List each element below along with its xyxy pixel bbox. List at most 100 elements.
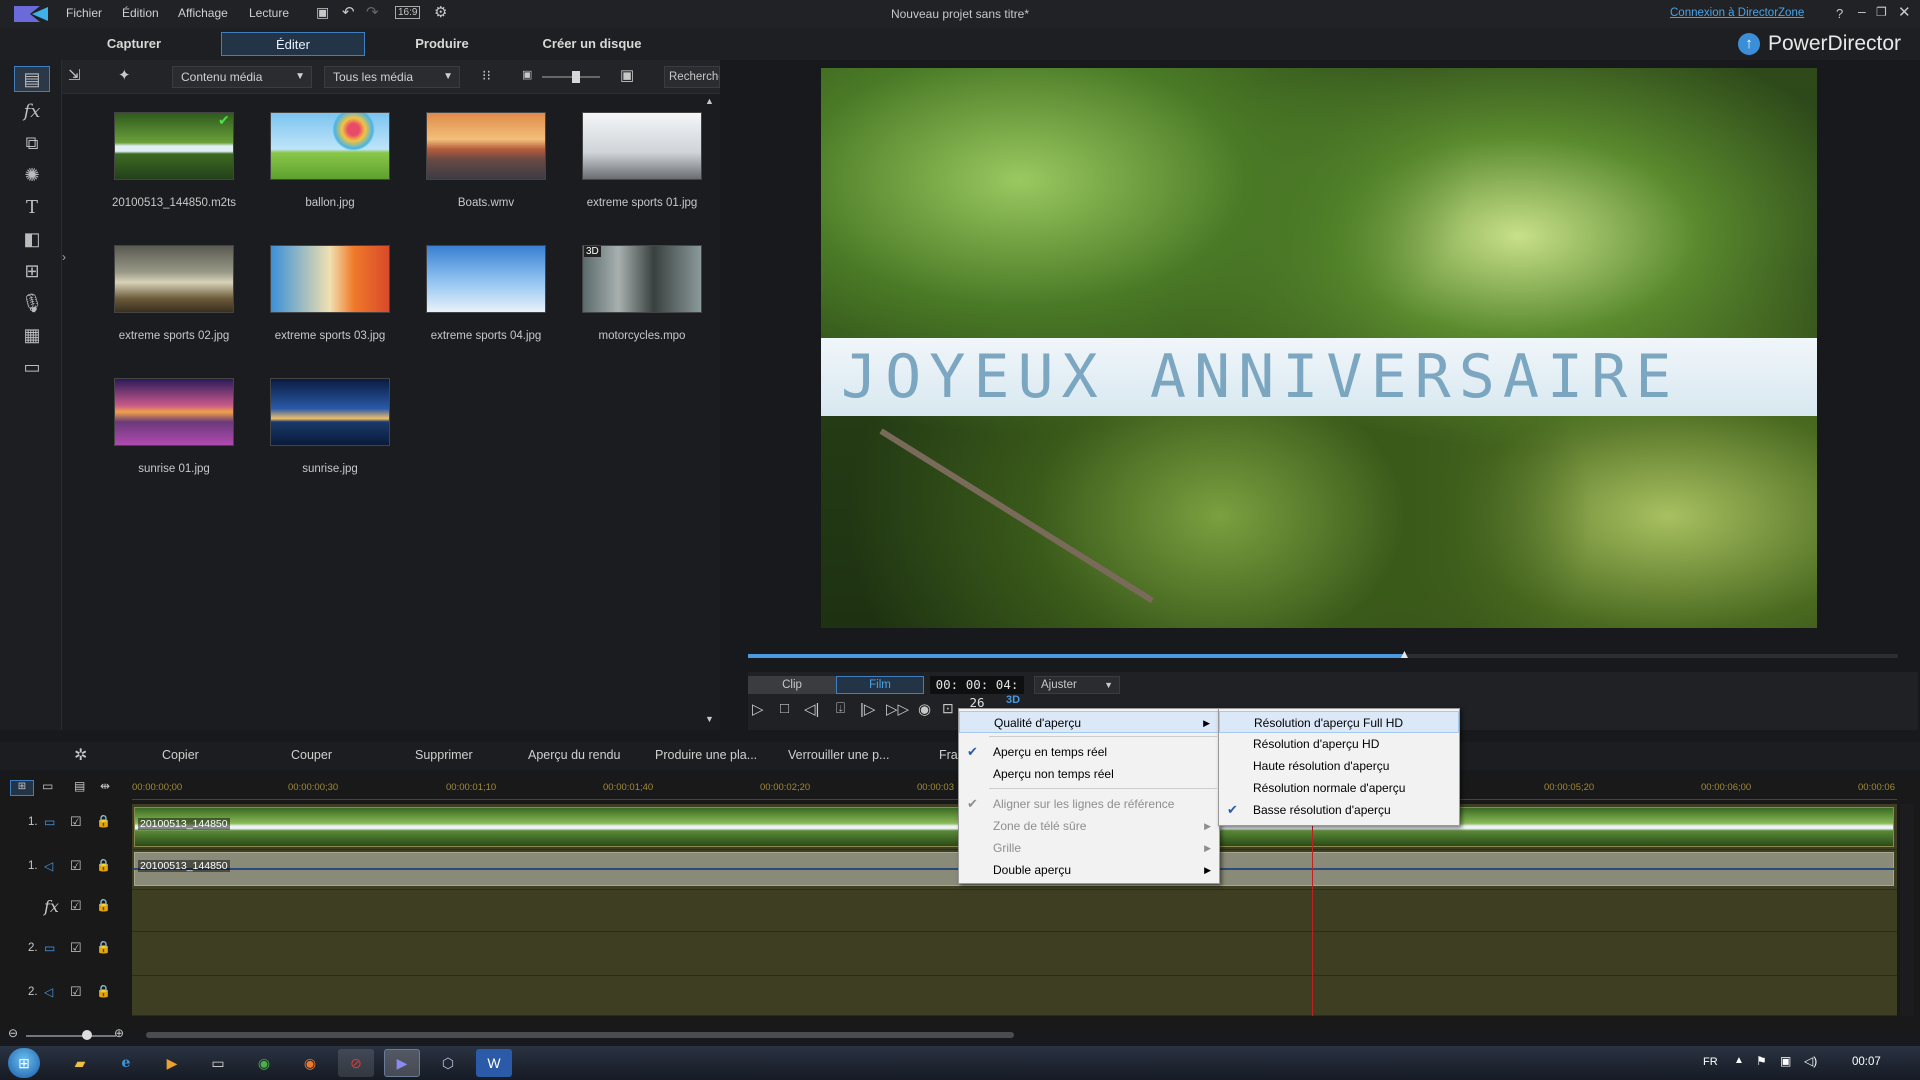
menu-file[interactable]: Fichier xyxy=(66,6,102,20)
audio-mixing-room-icon[interactable]: ⊞ xyxy=(14,258,50,284)
menu-item-snap-guides[interactable]: ✔ Aligner sur les lignes de référence xyxy=(959,793,1219,815)
zoom-slider[interactable] xyxy=(26,1035,116,1037)
media-thumbnail[interactable] xyxy=(426,245,546,313)
preview-window-icon[interactable]: ⊡ xyxy=(942,700,954,717)
thumbnail-size-handle[interactable] xyxy=(572,71,580,83)
menu-item-full-hd-resolution[interactable]: Résolution d'aperçu Full HD xyxy=(1219,711,1459,733)
media-item[interactable]: extreme sports 01.jpg xyxy=(564,112,720,209)
track-manager-icon[interactable]: ▤ xyxy=(74,779,85,793)
menu-item-normal-resolution[interactable]: Résolution normale d'aperçu xyxy=(1219,777,1459,799)
media-item[interactable]: extreme sports 03.jpg xyxy=(252,245,408,342)
timecode-display[interactable]: 00: 00: 04: 26 xyxy=(930,676,1024,710)
tab-capture[interactable]: Capturer xyxy=(62,32,206,56)
help-button[interactable]: ? xyxy=(1836,6,1843,21)
media-player-icon[interactable]: ▶ xyxy=(154,1049,190,1077)
freeze-frame-button[interactable]: Fra xyxy=(939,748,958,762)
scroll-up-icon[interactable]: ▲ xyxy=(705,96,714,106)
firefox-icon[interactable]: ◉ xyxy=(292,1049,328,1077)
content-filter-dropdown[interactable]: Contenu média ▼ xyxy=(172,66,312,88)
library-scrollbar[interactable]: ▲ ▼ xyxy=(702,94,718,730)
delete-button[interactable]: Supprimer xyxy=(415,748,473,762)
language-indicator[interactable]: FR xyxy=(1703,1056,1718,1068)
copy-button[interactable]: Copier xyxy=(162,748,199,762)
fit-dropdown[interactable]: Ajuster ▼ xyxy=(1034,676,1120,694)
media-thumbnail[interactable] xyxy=(270,378,390,446)
3d-toggle[interactable]: 3D xyxy=(1006,694,1020,706)
snapshot-camera-icon[interactable]: ◉ xyxy=(918,700,931,718)
track-lock-icon[interactable]: 🔒 xyxy=(96,898,111,912)
search-input[interactable]: Recherche xyxy=(664,66,720,88)
import-media-icon[interactable]: ⇲ xyxy=(68,66,81,84)
pip-room-icon[interactable]: ⧉ xyxy=(14,130,50,156)
zoom-slider-handle[interactable] xyxy=(82,1030,92,1040)
media-item[interactable]: extreme sports 02.jpg xyxy=(96,245,252,342)
aspect-ratio-select[interactable]: 16:9 xyxy=(395,6,421,19)
media-item[interactable]: extreme sports 04.jpg xyxy=(408,245,564,342)
media-thumbnail[interactable] xyxy=(270,112,390,180)
save-icon[interactable]: ▣ xyxy=(316,4,329,21)
plugin-puzzle-icon[interactable]: ✦ xyxy=(118,66,131,84)
grid-view-icon[interactable]: ⁝⁝ xyxy=(482,67,491,84)
word-icon[interactable]: W xyxy=(476,1049,512,1077)
app-blocked-icon[interactable]: ⊘ xyxy=(338,1049,374,1077)
menu-item-high-resolution[interactable]: Haute résolution d'aperçu xyxy=(1219,755,1459,777)
track-lock-icon[interactable]: 🔒 xyxy=(96,858,111,872)
subtitle-room-icon[interactable]: ▭ xyxy=(14,354,50,380)
menu-item-tv-safe-zone[interactable]: Zone de télé sûre ▶ xyxy=(959,815,1219,837)
track-lane-fx[interactable] xyxy=(132,890,1897,932)
volume-icon[interactable]: ◁) xyxy=(1804,1054,1817,1068)
preview-video-frame[interactable]: JOYEUX ANNIVERSAIRE xyxy=(821,68,1817,628)
media-item[interactable]: sunrise 01.jpg xyxy=(96,378,252,475)
scroll-down-icon[interactable]: ▼ xyxy=(705,714,714,724)
3d-app-icon[interactable]: ⬡ xyxy=(430,1049,466,1077)
menu-view[interactable]: Affichage xyxy=(178,6,228,20)
expand-panel-icon[interactable]: › xyxy=(62,250,76,280)
track-lane-video-2[interactable] xyxy=(132,932,1897,976)
cut-button[interactable]: Couper xyxy=(291,748,332,762)
track-enable-checkbox[interactable]: ☑ xyxy=(70,858,82,874)
start-button-icon[interactable]: ⊞ xyxy=(8,1048,40,1078)
render-preview-button[interactable]: Aperçu du rendu xyxy=(528,748,620,762)
settings-gear-icon[interactable]: ⚙ xyxy=(434,3,447,21)
close-icon[interactable]: ✕ xyxy=(1898,3,1911,21)
mark-icon[interactable]: ⍗ xyxy=(836,700,845,717)
transition-room-icon[interactable]: ◧ xyxy=(14,226,50,252)
media-thumbnail[interactable] xyxy=(114,112,234,180)
media-item[interactable]: ✔ 20100513_144850.m2ts xyxy=(96,112,252,209)
zoom-in-icon[interactable]: ⊕ xyxy=(114,1026,124,1040)
menu-item-dual-preview[interactable]: Double aperçu ▶ xyxy=(959,859,1219,881)
clock[interactable]: 00:07 xyxy=(1852,1056,1881,1068)
menu-item-low-resolution[interactable]: ✔ Basse résolution d'aperçu xyxy=(1219,799,1459,821)
storyboard-view-icon[interactable]: ▭ xyxy=(42,779,53,793)
menu-item-realtime-preview[interactable]: ✔ Aperçu en temps réel xyxy=(959,741,1219,763)
large-thumb-icon[interactable]: ▣ xyxy=(620,66,634,84)
menu-item-non-realtime-preview[interactable]: Aperçu non temps réel xyxy=(959,763,1219,785)
next-frame-icon[interactable]: |▷ xyxy=(860,700,875,718)
title-room-icon[interactable]: T xyxy=(14,194,50,220)
menu-playback[interactable]: Lecture xyxy=(249,6,289,20)
tray-expand-icon[interactable]: ▲ xyxy=(1734,1055,1744,1066)
command-prompt-icon[interactable]: ▭ xyxy=(200,1049,236,1077)
powerdirector-taskbar-icon[interactable]: ▶ xyxy=(384,1049,420,1077)
file-explorer-icon[interactable]: ▰ xyxy=(62,1049,98,1077)
media-type-dropdown[interactable]: Tous les média ▼ xyxy=(324,66,460,88)
redo-icon[interactable]: ↷ xyxy=(366,3,379,21)
track-lane-audio-2[interactable] xyxy=(132,976,1897,1016)
media-room-icon[interactable]: ▤ xyxy=(14,66,50,92)
chapter-room-icon[interactable]: ▦ xyxy=(14,322,50,348)
track-enable-checkbox[interactable]: ☑ xyxy=(70,984,82,1000)
thumbnail-size-slider[interactable] xyxy=(542,76,600,78)
playhead-line[interactable] xyxy=(1312,804,1313,1016)
media-thumbnail[interactable] xyxy=(426,112,546,180)
menu-item-grid[interactable]: Grille ▶ xyxy=(959,837,1219,859)
media-item[interactable]: Boats.wmv xyxy=(408,112,564,209)
fast-forward-icon[interactable]: ▷▷ xyxy=(886,700,909,718)
track-lock-icon[interactable]: 🔒 xyxy=(96,984,111,998)
menu-item-preview-quality[interactable]: Qualité d'aperçu ▶ xyxy=(959,711,1219,733)
directorzone-login-link[interactable]: Connexion à DirectorZone xyxy=(1670,7,1804,19)
chrome-icon[interactable]: ◉ xyxy=(246,1049,282,1077)
preview-seek-bar[interactable]: ▲ xyxy=(748,647,1898,661)
voiceover-room-icon[interactable]: 🎙 xyxy=(14,290,50,316)
media-item[interactable]: ballon.jpg xyxy=(252,112,408,209)
small-thumb-icon[interactable]: ▣ xyxy=(522,68,532,81)
